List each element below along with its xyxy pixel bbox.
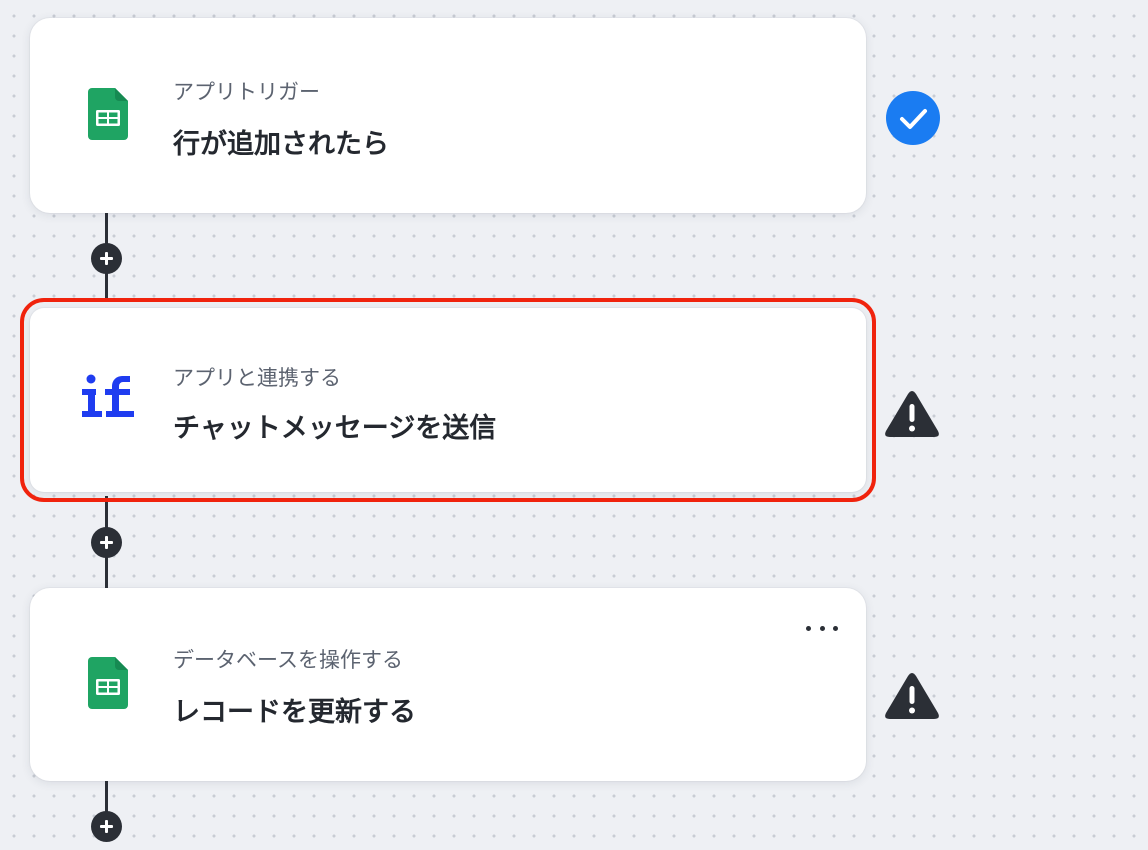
plus-icon (100, 536, 113, 549)
if-logo-icon (82, 374, 134, 426)
step-title: 行が追加されたら (173, 129, 389, 160)
step-type-label: データベースを操作する (173, 648, 403, 672)
google-sheets-icon (88, 656, 128, 713)
add-step-button[interactable] (91, 243, 122, 274)
plus-icon (100, 252, 113, 265)
step-type-label: アプリと連携する (173, 366, 341, 390)
flow-step-card-update-record[interactable]: データベースを操作する レコードを更新する (30, 588, 866, 781)
check-circle-icon (886, 91, 940, 145)
warning-icon (884, 390, 940, 438)
step-type-label: アプリトリガー (173, 80, 320, 104)
add-step-button[interactable] (91, 527, 122, 558)
step-title: レコードを更新する (173, 697, 416, 728)
more-dots-icon[interactable] (806, 620, 838, 636)
google-sheets-icon (88, 87, 128, 144)
warning-icon (884, 672, 940, 720)
step-title: チャットメッセージを送信 (173, 413, 497, 444)
flow-step-card-trigger[interactable]: アプリトリガー 行が追加されたら (30, 18, 866, 213)
add-step-button[interactable] (91, 811, 122, 842)
flow-step-card-chat-message[interactable]: アプリと連携する チャットメッセージを送信 (20, 298, 876, 502)
plus-icon (100, 820, 113, 833)
